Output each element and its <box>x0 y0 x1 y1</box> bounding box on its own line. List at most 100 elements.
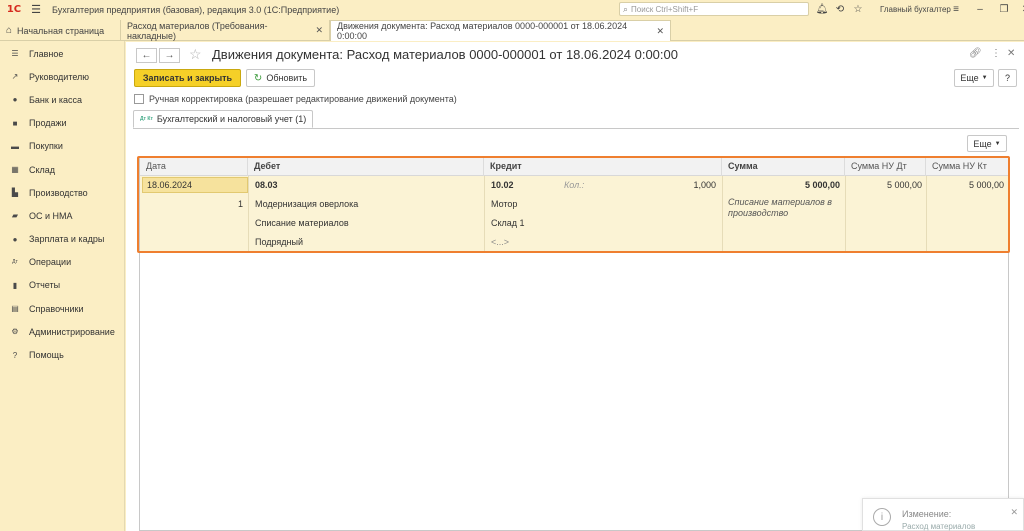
manual-correction-label[interactable]: Ручная корректировка (разрешает редактир… <box>149 94 457 104</box>
chevron-down-icon: ▼ <box>981 75 988 81</box>
sidebar-item-references[interactable]: ▤ Справочники <box>0 297 124 320</box>
more-label: Еще <box>973 138 992 149</box>
bell-icon[interactable]: 🔔︎ <box>813 4 831 15</box>
main-menu-icon[interactable]: ☰ <box>28 3 44 16</box>
sidebar-item-admin[interactable]: ⚙ Администрирование <box>0 320 124 343</box>
sidebar-item-label: Помощь <box>29 350 64 361</box>
sidebar-item-label: Зарплата и кадры <box>29 234 105 245</box>
tab-home[interactable]: ⌂ Начальная страница <box>0 20 121 41</box>
close-tab-icon[interactable]: ✕ <box>315 25 323 36</box>
tab-label: Движения документа: Расход материалов 00… <box>337 21 628 41</box>
close-form-icon[interactable]: ✕ <box>1007 48 1015 59</box>
tab-divider <box>133 128 1019 129</box>
sidebar-item-production[interactable]: ▙ Производство <box>0 181 124 204</box>
bag-icon: ■ <box>12 118 18 128</box>
favorite-star-icon[interactable]: ☆ <box>189 46 202 63</box>
sidebar-item-label: Покупки <box>29 141 63 152</box>
tab-label: Расход материалов (Требования-накладные) <box>127 20 268 41</box>
history-icon[interactable]: ⟲ <box>831 4 849 15</box>
notification-title: Изменение: <box>902 509 952 519</box>
current-user[interactable]: Главный бухгалтер <box>880 5 951 14</box>
sidebar-item-label: Продажи <box>29 118 67 129</box>
chevron-down-icon: ▼ <box>994 140 1001 147</box>
refresh-label: Обновить <box>266 73 308 83</box>
sidebar-item-manager[interactable]: ↗ Руководителю <box>0 65 124 88</box>
search-placeholder: Поиск Ctrl+Shift+F <box>631 4 699 14</box>
back-button[interactable]: ← <box>136 48 157 63</box>
warehouse-icon: ▦ <box>11 165 19 175</box>
star-icon[interactable]: ☆ <box>849 4 867 15</box>
sidebar-item-label: Производство <box>29 187 88 198</box>
subtab-label: Бухгалтерский и налоговый учет (1) <box>156 114 307 124</box>
forward-button[interactable]: → <box>159 48 180 63</box>
tab-document-movements[interactable]: Движения документа: Расход материалов 00… <box>330 20 671 41</box>
page-title: Движения документа: Расход материалов 00… <box>212 47 678 62</box>
settings-menu-icon[interactable]: ≡ <box>947 4 965 15</box>
save-and-close-button[interactable]: Записать и закрыть <box>134 69 241 87</box>
truck-icon: ▰ <box>11 211 19 221</box>
minimize-icon[interactable]: – <box>971 4 989 15</box>
home-icon: ⌂ <box>6 25 13 36</box>
highlight-frame <box>137 156 1010 253</box>
more-button[interactable]: Еще ▼ <box>954 69 994 87</box>
info-icon: i <box>873 508 891 526</box>
close-notification-icon[interactable]: ✕ <box>1010 507 1018 518</box>
sidebar-item-label: Операции <box>29 257 72 268</box>
sidebar-item-reports[interactable]: ▮ Отчеты <box>0 274 124 297</box>
dt-kt-icon: Дт Кт <box>140 115 153 122</box>
tab-home-label: Начальная страница <box>17 25 105 36</box>
refresh-button[interactable]: ↻ Обновить <box>246 69 315 87</box>
document-form: ← → ☆ Движения документа: Расход материа… <box>126 42 1024 531</box>
tab-material-consumption[interactable]: Расход материалов (Требования-накладные)… <box>121 20 330 41</box>
app-title: Бухгалтерия предприятия (базовая), редак… <box>52 4 340 15</box>
close-icon[interactable]: ✕ <box>1017 4 1024 15</box>
more-label: Еще <box>960 73 979 83</box>
tab-accounting-tax[interactable]: Дт Кт Бухгалтерский и налоговый учет (1) <box>133 110 314 128</box>
search-input[interactable]: ⌕ Поиск Ctrl+Shift+F <box>619 2 809 16</box>
app-logo: 1С <box>6 4 22 15</box>
dt-kt-icon: Дт <box>12 259 18 266</box>
sidebar-item-label: ОС и НМА <box>29 210 73 221</box>
sidebar-item-label: Банк и касса <box>29 94 82 105</box>
cart-icon: ▬ <box>11 141 19 151</box>
factory-icon: ▙ <box>11 188 19 198</box>
sidebar-item-warehouse[interactable]: ▦ Склад <box>0 158 124 181</box>
sidebar-item-help[interactable]: ? Помощь <box>0 343 124 366</box>
refresh-icon: ↻ <box>253 72 263 84</box>
sidebar-item-fixed-assets[interactable]: ▰ ОС и НМА <box>0 204 124 227</box>
coins-icon: ● <box>12 95 18 105</box>
bar-chart-icon: ▮ <box>12 280 18 290</box>
sidebar-item-label: Главное <box>29 48 64 59</box>
sidebar-item-operations[interactable]: Дт Операции <box>0 251 124 274</box>
search-icon: ⌕ <box>623 3 629 14</box>
sidebar-item-bank[interactable]: ● Банк и касса <box>0 88 124 111</box>
sidebar-item-sales[interactable]: ■ Продажи <box>0 112 124 135</box>
manual-correction-row: Ручная корректировка (разрешает редактир… <box>134 94 457 104</box>
sidebar-item-label: Склад <box>29 164 56 175</box>
sidebar-item-payroll[interactable]: ● Зарплата и кадры <box>0 228 124 251</box>
question-icon: ? <box>12 350 18 360</box>
manual-correction-checkbox[interactable] <box>134 94 144 104</box>
history-navigation: ← → <box>136 48 180 63</box>
gear-icon: ⚙ <box>11 327 19 337</box>
menu-icon: ☰ <box>11 49 19 59</box>
sidebar: ☰ Главное ↗ Руководителю ● Банк и касса ■ Пр… <box>0 41 125 531</box>
restore-icon[interactable]: ❐ <box>995 4 1013 15</box>
notification-popup[interactable]: i Изменение: Расход материалов ✕ <box>862 498 1024 531</box>
close-tab-icon[interactable]: ✕ <box>656 26 664 37</box>
title-bar: 1С ☰ Бухгалтерия предприятия (базовая), … <box>0 0 1024 19</box>
notification-link[interactable]: Расход материалов <box>902 522 975 531</box>
sidebar-item-label: Администрирование <box>29 326 115 337</box>
sidebar-item-label: Отчеты <box>29 280 61 291</box>
sidebar-item-label: Руководителю <box>29 71 90 82</box>
grid-more-button[interactable]: Еще ▼ <box>967 135 1007 152</box>
sidebar-item-purchases[interactable]: ▬ Покупки <box>0 135 124 158</box>
person-icon: ● <box>12 234 18 244</box>
sidebar-item-label: Справочники <box>29 303 84 314</box>
link-icon[interactable]: 🔗︎ <box>969 48 982 59</box>
open-tabs-bar: ⌂ Начальная страница Расход материалов (… <box>0 19 1024 41</box>
help-button[interactable]: ? <box>998 69 1017 87</box>
book-icon: ▤ <box>11 304 19 314</box>
more-actions-icon[interactable]: ⋮ <box>991 48 1001 59</box>
sidebar-item-main[interactable]: ☰ Главное <box>0 42 124 65</box>
